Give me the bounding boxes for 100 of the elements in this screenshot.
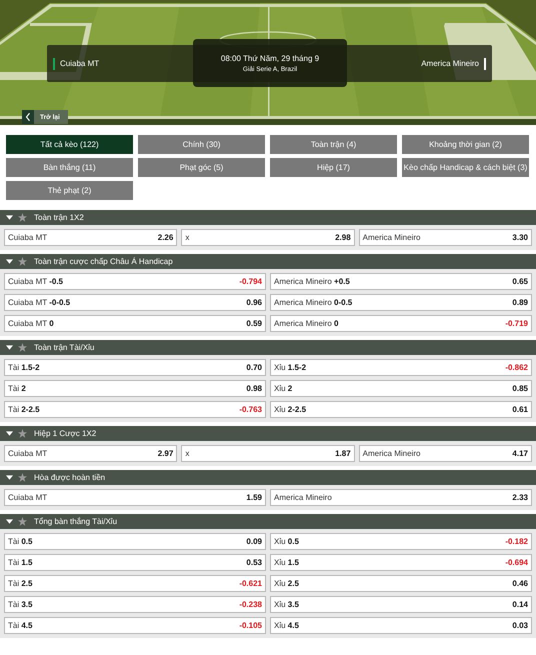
odds-value: -0.621 <box>239 579 262 588</box>
selection-label: Tài 1.5-2 <box>8 363 40 372</box>
market-header[interactable]: Toàn trận cược chấp Châu Á Handicap <box>0 254 536 269</box>
odds-value: 0.96 <box>246 298 262 307</box>
odds-button[interactable]: x 2.98 <box>181 229 355 246</box>
odds-value: 0.89 <box>512 298 528 307</box>
filter-tab[interactable]: Khoảng thời gian (2) <box>402 135 529 154</box>
odds-value: 0.46 <box>512 579 528 588</box>
team-name: America Mineiro <box>413 58 486 70</box>
odds-button[interactable]: America Mineiro 2.33 <box>270 489 532 506</box>
odds-button[interactable]: Xỉu 0.5 -0.182 <box>270 533 532 550</box>
odds-value: 0.09 <box>246 537 262 546</box>
odds-button[interactable]: America Mineiro 4.17 <box>358 445 532 462</box>
odds-button[interactable]: America Mineiro 3.30 <box>358 229 532 246</box>
caret-icon <box>6 345 13 350</box>
odds-value: 3.30 <box>512 233 528 242</box>
odds-button[interactable]: Xỉu 2-2.5 0.61 <box>270 401 532 418</box>
odds-value: 0.61 <box>512 405 528 414</box>
market-title: Hiệp 1 Cược 1X2 <box>34 429 96 438</box>
filter-tab[interactable]: Bàn thắng (11) <box>6 158 133 177</box>
odds-button[interactable]: Cuiaba MT 2.26 <box>4 229 178 246</box>
market-title: Toàn trận 1X2 <box>34 213 84 222</box>
match-time: 08:00 Thứ Năm, 29 tháng 9 <box>220 54 320 62</box>
odds-button[interactable]: Cuiaba MT 2.97 <box>4 445 178 462</box>
odds-value: 0.59 <box>246 319 262 328</box>
odds-button[interactable]: Xỉu 1.5-2 -0.862 <box>270 359 532 376</box>
odds-value: -0.719 <box>505 319 528 328</box>
odds-button[interactable]: Xỉu 3.5 0.14 <box>270 596 532 613</box>
star-icon[interactable] <box>18 517 27 526</box>
selection-label: x <box>185 233 190 242</box>
selection-label: Xỉu 0.5 <box>274 537 299 546</box>
filter-tab[interactable]: Toàn trận (4) <box>270 135 397 154</box>
caret-icon <box>6 519 13 524</box>
odds-button[interactable]: Tài 2 0.98 <box>4 380 266 397</box>
market-title: Toàn trận cược chấp Châu Á Handicap <box>34 257 173 266</box>
selection-label: Cuiaba MT <box>8 233 48 242</box>
odds-button[interactable]: America Mineiro 0-0.5 0.89 <box>270 294 532 311</box>
odds-value: 0.98 <box>246 384 262 393</box>
filter-tab[interactable]: Tất cả kèo (122) <box>6 135 133 154</box>
selection-label: Cuiaba MT <box>8 493 48 502</box>
selection-label: Xỉu 2.5 <box>274 579 299 588</box>
selection-label: Xỉu 3.5 <box>274 600 299 609</box>
odds-value: 4.17 <box>512 449 528 458</box>
selection-label: America Mineiro <box>362 449 420 458</box>
odds-value: 0.70 <box>246 363 262 372</box>
selection-label: Cuiaba MT 0 <box>8 319 54 328</box>
selection-label: Xỉu 4.5 <box>274 621 299 630</box>
odds-value: -0.238 <box>239 600 262 609</box>
filter-tab[interactable]: Chính (30) <box>138 135 265 154</box>
odds-button[interactable]: Tài 3.5 -0.238 <box>4 596 266 613</box>
odds-button[interactable]: Cuiaba MT -0.5 -0.794 <box>4 273 266 290</box>
odds-button[interactable]: Cuiaba MT 0 0.59 <box>4 315 266 332</box>
odds-button[interactable]: America Mineiro 0 -0.719 <box>270 315 532 332</box>
filter-tab[interactable]: Hiệp (17) <box>270 158 397 177</box>
caret-icon <box>6 215 13 220</box>
odds-button[interactable]: Xỉu 4.5 0.03 <box>270 617 532 634</box>
odds-button[interactable]: Tài 2-2.5 -0.763 <box>4 401 266 418</box>
selection-label: Cuiaba MT -0.5 <box>8 277 63 286</box>
selection-label: America Mineiro 0 <box>274 319 338 328</box>
market-header[interactable]: Toàn trận 1X2 <box>0 210 536 225</box>
odds-value: 0.14 <box>512 600 528 609</box>
odds-button[interactable]: America Mineiro +0.5 0.65 <box>270 273 532 290</box>
market-header[interactable]: Hòa được hoàn tiền <box>0 470 536 485</box>
selection-label: Xỉu 1.5 <box>274 558 299 567</box>
market-header[interactable]: Tổng bàn thắng Tài/Xỉu <box>0 514 536 529</box>
odds-button[interactable]: Cuiaba MT 1.59 <box>4 489 266 506</box>
odds-value: 0.65 <box>512 277 528 286</box>
odds-button[interactable]: x 1.87 <box>181 445 355 462</box>
odds-button[interactable]: Tài 1.5 0.53 <box>4 554 266 571</box>
selection-label: Cuiaba MT <box>8 449 48 458</box>
star-icon[interactable] <box>18 257 27 266</box>
filter-tab[interactable]: Phạt góc (5) <box>138 158 265 177</box>
caret-icon <box>6 259 13 264</box>
odds-value: -0.794 <box>239 277 262 286</box>
odds-button[interactable]: Tài 2.5 -0.621 <box>4 575 266 592</box>
market-header[interactable]: Toàn trận Tài/Xỉu <box>0 340 536 355</box>
odds-value: 0.03 <box>512 621 528 630</box>
filter-tab[interactable]: Thẻ phạt (2) <box>6 181 133 200</box>
odds-value: 1.59 <box>246 493 262 502</box>
odds-button[interactable]: Xỉu 2 0.85 <box>270 380 532 397</box>
selection-label: Tài 3.5 <box>8 600 32 609</box>
odds-button[interactable]: Tài 0.5 0.09 <box>4 533 266 550</box>
odds-button[interactable]: Tài 4.5 -0.105 <box>4 617 266 634</box>
odds-value: 2.26 <box>158 233 174 242</box>
market-title: Tổng bàn thắng Tài/Xỉu <box>34 517 118 526</box>
odds-value: -0.182 <box>505 537 528 546</box>
star-icon[interactable] <box>18 213 27 222</box>
odds-button[interactable]: Cuiaba MT -0-0.5 0.96 <box>4 294 266 311</box>
odds-button[interactable]: Xỉu 1.5 -0.694 <box>270 554 532 571</box>
odds-button[interactable]: Tài 1.5-2 0.70 <box>4 359 266 376</box>
filter-tab[interactable]: Kèo chấp Handicap & cách biệt (3) <box>402 158 529 177</box>
star-icon[interactable] <box>18 473 27 482</box>
star-icon[interactable] <box>18 429 27 438</box>
selection-label: Xỉu 1.5-2 <box>274 363 306 372</box>
odds-value: -0.763 <box>239 405 262 414</box>
star-icon[interactable] <box>18 343 27 352</box>
selection-label: Tài 2-2.5 <box>8 405 40 414</box>
market-header[interactable]: Hiệp 1 Cược 1X2 <box>0 426 536 441</box>
odds-button[interactable]: Xỉu 2.5 0.46 <box>270 575 532 592</box>
market-title: Hòa được hoàn tiền <box>34 473 106 482</box>
